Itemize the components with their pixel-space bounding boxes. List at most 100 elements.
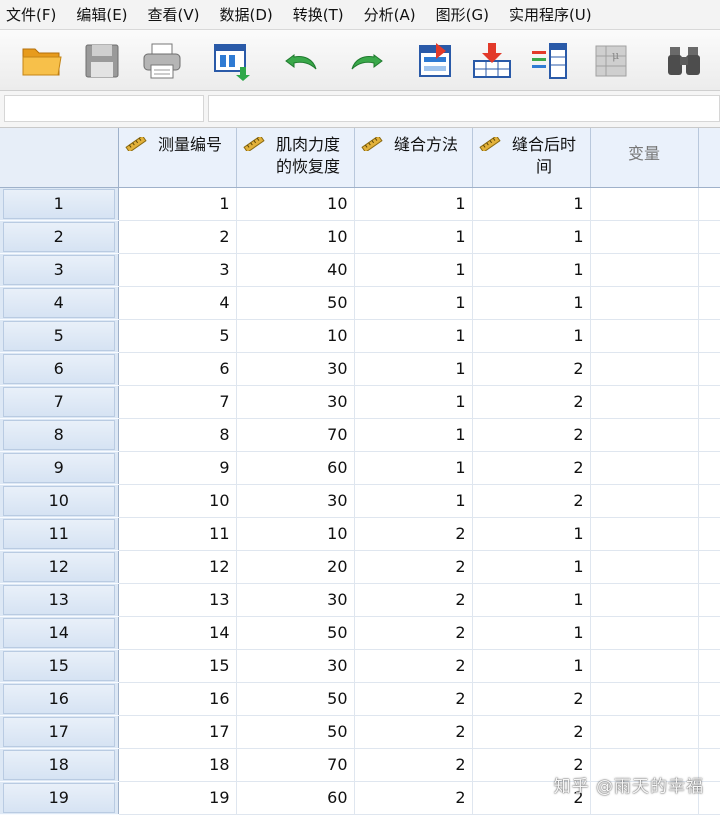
insert-variable-button[interactable] <box>526 38 574 84</box>
column-header[interactable]: 缝合方法 <box>354 128 473 188</box>
data-cell[interactable]: 1 <box>354 286 473 320</box>
row-header[interactable]: 18 <box>0 748 119 782</box>
data-cell[interactable]: 2 <box>354 682 473 716</box>
recall-dialog-button[interactable] <box>208 38 256 84</box>
row-header[interactable]: 7 <box>0 385 119 419</box>
data-cell[interactable]: 1 <box>472 220 591 254</box>
data-cell[interactable]: 6 <box>118 352 237 386</box>
data-cell[interactable]: 10 <box>236 220 355 254</box>
row-header[interactable]: 1 <box>0 187 119 221</box>
corner-cell[interactable] <box>0 128 119 188</box>
data-cell[interactable]: 5 <box>118 319 237 353</box>
data-cell[interactable]: 1 <box>472 616 591 650</box>
empty-cell[interactable] <box>590 484 699 518</box>
empty-cell[interactable] <box>590 418 699 452</box>
empty-cell[interactable] <box>590 220 699 254</box>
data-cell[interactable]: 50 <box>236 682 355 716</box>
empty-cell[interactable] <box>590 319 699 353</box>
data-cell[interactable]: 60 <box>236 781 355 815</box>
data-cell[interactable]: 20 <box>236 550 355 584</box>
data-cell[interactable]: 8 <box>118 418 237 452</box>
data-cell[interactable]: 1 <box>354 418 473 452</box>
data-cell[interactable]: 1 <box>354 451 473 485</box>
data-cell[interactable]: 4 <box>118 286 237 320</box>
empty-cell[interactable] <box>590 682 699 716</box>
data-cell[interactable]: 10 <box>118 484 237 518</box>
row-header[interactable]: 8 <box>0 418 119 452</box>
data-cell[interactable]: 2 <box>472 418 591 452</box>
data-cell[interactable]: 1 <box>354 484 473 518</box>
cell-reference-field[interactable] <box>4 95 204 122</box>
menu-edit[interactable]: 编辑(E) <box>68 4 139 25</box>
data-cell[interactable]: 50 <box>236 715 355 749</box>
row-header[interactable]: 2 <box>0 220 119 254</box>
menu-file[interactable]: 文件(F) <box>0 4 68 25</box>
find-button[interactable] <box>660 38 708 84</box>
data-cell[interactable]: 50 <box>236 286 355 320</box>
row-header[interactable]: 3 <box>0 253 119 287</box>
data-cell[interactable]: 1 <box>472 649 591 683</box>
data-cell[interactable]: 10 <box>236 187 355 221</box>
data-cell[interactable]: 70 <box>236 748 355 782</box>
data-cell[interactable]: 1 <box>472 517 591 551</box>
column-header[interactable]: 缝合后时 间 <box>472 128 591 188</box>
data-cell[interactable]: 1 <box>354 352 473 386</box>
data-cell[interactable]: 2 <box>354 715 473 749</box>
data-cell[interactable]: 1 <box>354 187 473 221</box>
data-cell[interactable]: 1 <box>472 187 591 221</box>
menu-utilities[interactable]: 实用程序(U) <box>501 4 604 25</box>
data-cell[interactable]: 1 <box>472 286 591 320</box>
data-cell[interactable]: 2 <box>472 682 591 716</box>
data-cell[interactable]: 2 <box>472 451 591 485</box>
empty-cell[interactable] <box>590 385 699 419</box>
data-cell[interactable]: 15 <box>118 649 237 683</box>
data-cell[interactable]: 30 <box>236 385 355 419</box>
goto-case-button[interactable] <box>412 38 460 84</box>
data-cell[interactable]: 30 <box>236 484 355 518</box>
data-cell[interactable]: 16 <box>118 682 237 716</box>
empty-cell[interactable] <box>590 286 699 320</box>
row-header[interactable]: 10 <box>0 484 119 518</box>
row-header[interactable]: 13 <box>0 583 119 617</box>
data-cell[interactable]: 2 <box>354 781 473 815</box>
data-cell[interactable]: 2 <box>354 748 473 782</box>
data-cell[interactable]: 1 <box>472 583 591 617</box>
data-cell[interactable]: 11 <box>118 517 237 551</box>
empty-cell[interactable] <box>590 649 699 683</box>
data-cell[interactable]: 1 <box>472 550 591 584</box>
data-cell[interactable]: 18 <box>118 748 237 782</box>
data-cell[interactable]: 13 <box>118 583 237 617</box>
empty-cell[interactable] <box>590 583 699 617</box>
data-cell[interactable]: 40 <box>236 253 355 287</box>
empty-cell[interactable] <box>590 550 699 584</box>
data-cell[interactable]: 60 <box>236 451 355 485</box>
data-cell[interactable]: 50 <box>236 616 355 650</box>
row-header[interactable]: 4 <box>0 286 119 320</box>
data-cell[interactable]: 2 <box>472 715 591 749</box>
column-header[interactable]: 变量 <box>590 128 699 188</box>
data-cell[interactable]: 30 <box>236 583 355 617</box>
data-cell[interactable]: 1 <box>472 253 591 287</box>
data-cell[interactable]: 10 <box>236 319 355 353</box>
data-cell[interactable]: 2 <box>354 649 473 683</box>
data-cell[interactable]: 10 <box>236 517 355 551</box>
insert-cases-button[interactable] <box>468 38 516 84</box>
data-cell[interactable]: 2 <box>354 550 473 584</box>
data-cell[interactable]: 2 <box>118 220 237 254</box>
empty-cell[interactable] <box>590 451 699 485</box>
row-header[interactable]: 6 <box>0 352 119 386</box>
data-cell[interactable]: 2 <box>472 484 591 518</box>
data-cell[interactable]: 1 <box>354 385 473 419</box>
data-cell[interactable]: 1 <box>118 187 237 221</box>
column-header[interactable]: 肌肉力度 的恢复度 <box>236 128 355 188</box>
row-header[interactable]: 9 <box>0 451 119 485</box>
data-cell[interactable]: 14 <box>118 616 237 650</box>
cell-value-field[interactable] <box>208 95 720 122</box>
data-cell[interactable]: 19 <box>118 781 237 815</box>
data-cell[interactable]: 1 <box>354 220 473 254</box>
data-cell[interactable]: 3 <box>118 253 237 287</box>
row-header[interactable]: 14 <box>0 616 119 650</box>
empty-cell[interactable] <box>590 352 699 386</box>
print-button[interactable] <box>138 38 186 84</box>
data-cell[interactable]: 7 <box>118 385 237 419</box>
